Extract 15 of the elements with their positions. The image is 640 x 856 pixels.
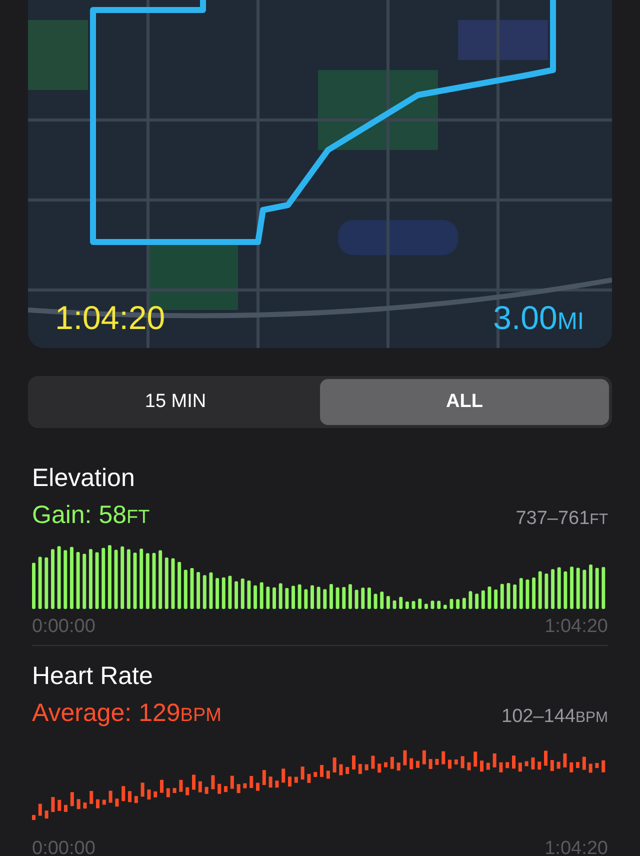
segment-tab[interactable]: ALL bbox=[320, 379, 609, 425]
workout-distance: 3.00MI bbox=[493, 301, 584, 334]
map[interactable]: 1:04:20 3.00MI bbox=[28, 0, 612, 348]
metric-range: 737–761FT bbox=[516, 507, 608, 531]
end-time: 1:04:20 bbox=[544, 837, 608, 856]
workout-duration: 1:04:20 bbox=[55, 301, 166, 334]
metric-summary: Gain: 58FT bbox=[32, 500, 150, 531]
metric-summary: Average: 129BPM bbox=[32, 698, 222, 729]
metric-range: 102–144BPM bbox=[502, 705, 608, 729]
metric-title: Heart Rate bbox=[32, 661, 154, 692]
metric-title: Elevation bbox=[32, 463, 136, 494]
start-time: 0:00:00 bbox=[32, 615, 96, 639]
segment-tab[interactable]: 15 MIN bbox=[31, 379, 320, 425]
end-time: 1:04:20 bbox=[544, 615, 608, 639]
start-time: 0:00:00 bbox=[32, 837, 96, 856]
